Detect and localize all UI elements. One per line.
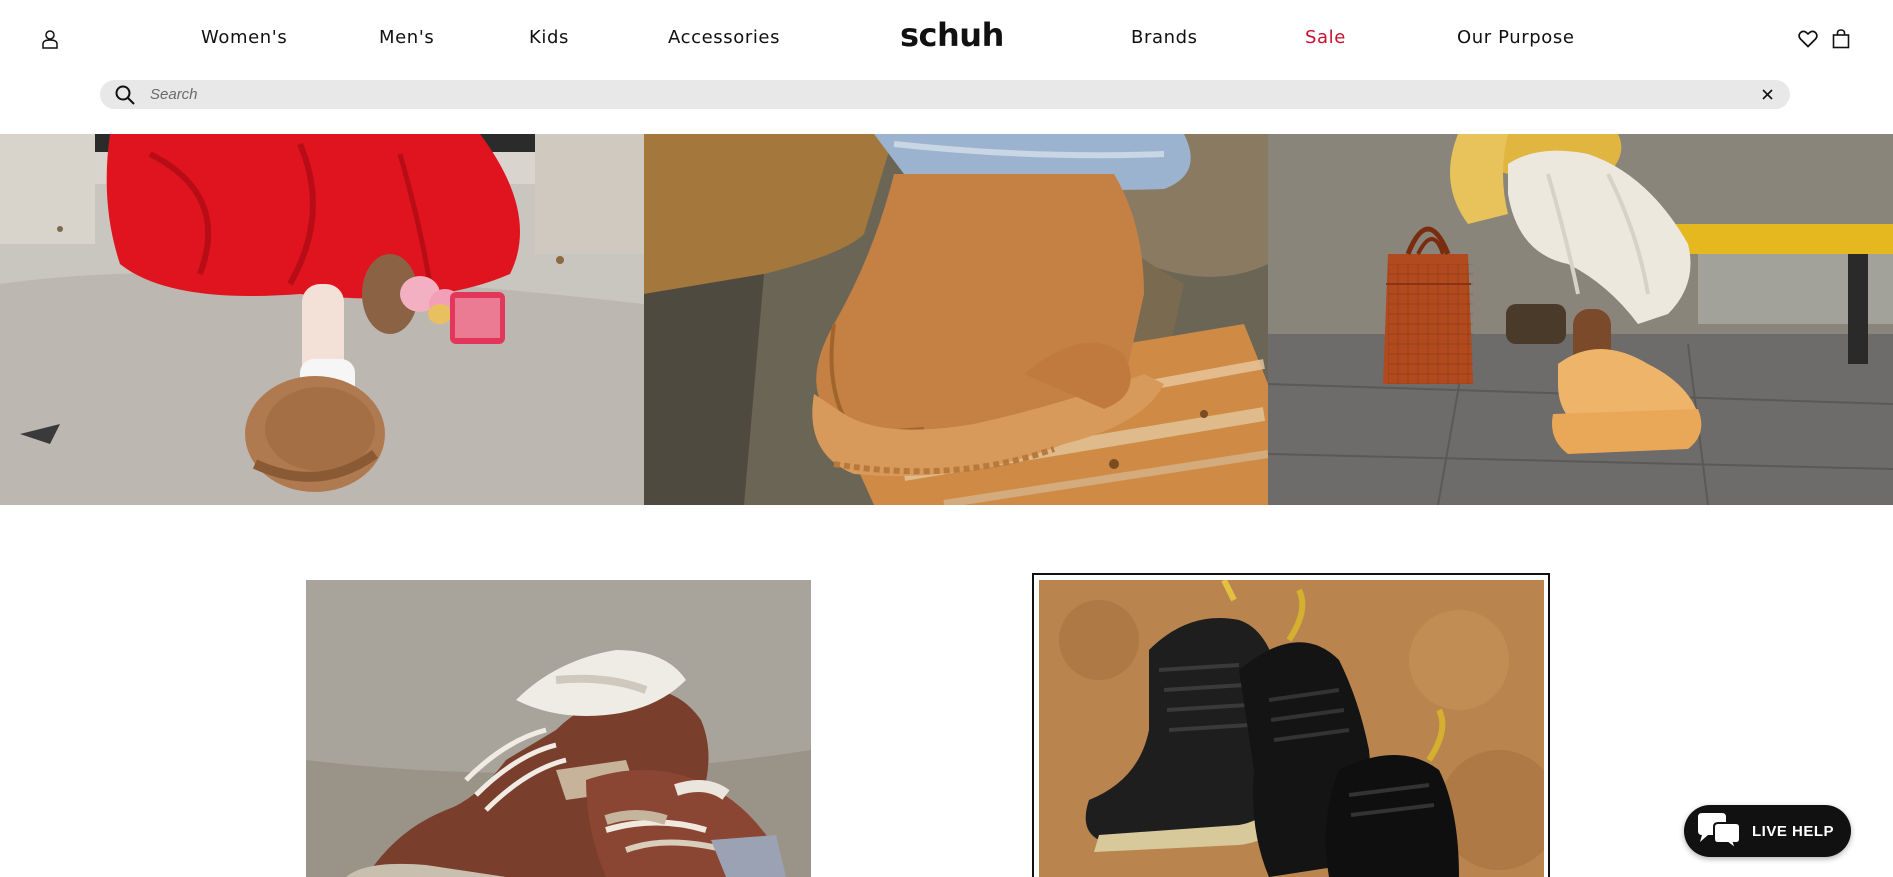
hero-photo-yellow-boot bbox=[1268, 134, 1893, 505]
nav-sale[interactable]: Sale bbox=[1305, 27, 1346, 48]
nav-mens[interactable]: Men's bbox=[379, 27, 434, 48]
wishlist-button[interactable] bbox=[1797, 28, 1819, 50]
shopping-bag-icon bbox=[1832, 29, 1850, 49]
search-clear-button[interactable] bbox=[1758, 85, 1776, 103]
hero-photo-tan-boot bbox=[644, 134, 1268, 505]
hero-panel-yellow-boot[interactable] bbox=[1268, 134, 1893, 505]
hero-strip bbox=[0, 134, 1893, 505]
hero-panel-tan-boot[interactable] bbox=[644, 134, 1268, 505]
nav-kids[interactable]: Kids bbox=[529, 27, 569, 48]
main-nav: Women's Men's Kids Accessories schuh Bra… bbox=[0, 0, 1893, 76]
hero-photo-red-skirt bbox=[0, 134, 644, 505]
nav-our-purpose[interactable]: Our Purpose bbox=[1457, 27, 1575, 48]
close-icon bbox=[1761, 88, 1773, 100]
site-header: Women's Men's Kids Accessories schuh Bra… bbox=[0, 0, 1893, 76]
search-bar bbox=[100, 80, 1790, 109]
hero-panel-red-skirt[interactable] bbox=[0, 134, 644, 505]
search-icon[interactable] bbox=[114, 84, 136, 106]
shopping-bag-button[interactable] bbox=[1830, 28, 1852, 50]
nav-brands[interactable]: Brands bbox=[1131, 27, 1198, 48]
promo-photo-trainers bbox=[306, 580, 811, 877]
nav-womens[interactable]: Women's bbox=[201, 27, 287, 48]
search-input[interactable] bbox=[150, 83, 1700, 106]
chat-bubbles-icon bbox=[1698, 813, 1741, 851]
heart-icon bbox=[1798, 30, 1818, 48]
live-help-button[interactable]: LIVE HELP bbox=[1684, 805, 1851, 857]
promo-photo-boots bbox=[1039, 580, 1544, 877]
schuh-logo[interactable]: schuh bbox=[900, 16, 1004, 54]
promo-tile-trainers[interactable] bbox=[306, 580, 811, 877]
nav-accessories[interactable]: Accessories bbox=[668, 27, 780, 48]
live-help-label: LIVE HELP bbox=[1752, 822, 1835, 840]
promo-tile-boots[interactable] bbox=[1039, 580, 1544, 877]
